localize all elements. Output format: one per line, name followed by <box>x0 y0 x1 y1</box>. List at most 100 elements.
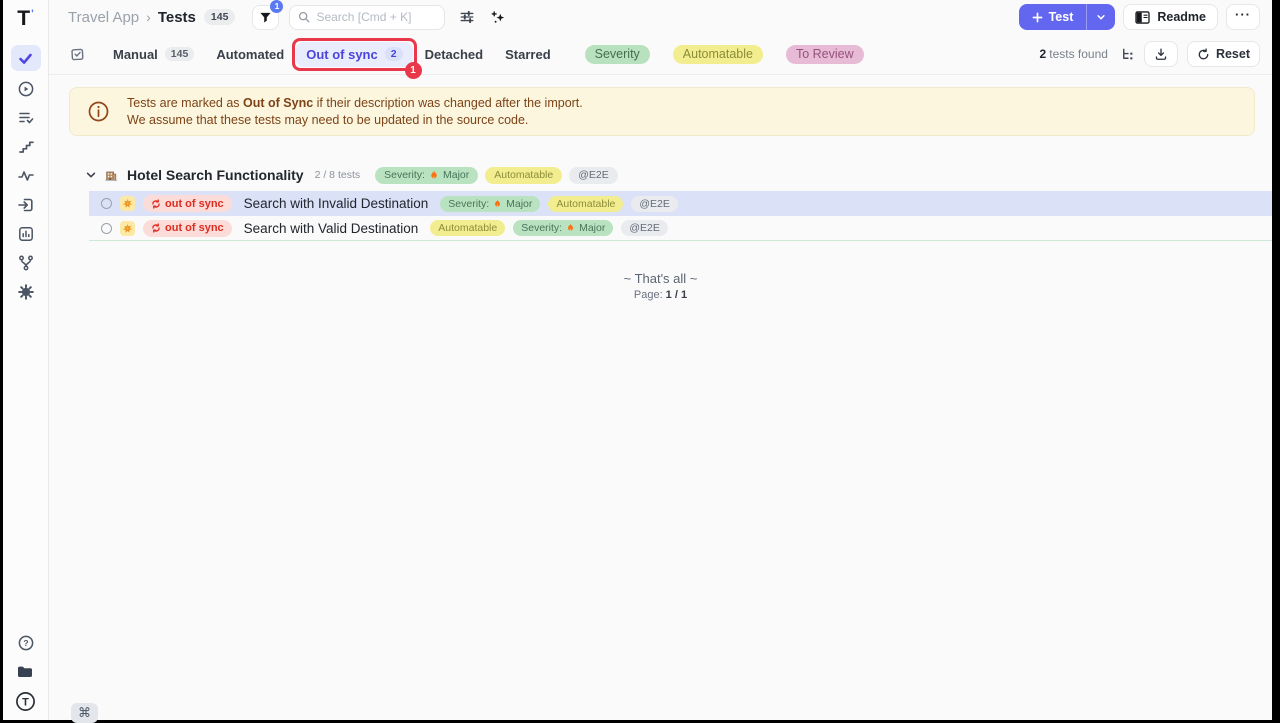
chevron-down-icon <box>1096 12 1106 22</box>
tab-starred[interactable]: Starred <box>495 42 561 67</box>
export-button[interactable] <box>1144 41 1178 67</box>
sidebar: T ' <box>3 0 49 720</box>
search-input[interactable] <box>316 10 436 24</box>
test-row[interactable]: out of sync Search with Invalid Destinat… <box>89 191 1272 216</box>
test-severity-badge: Severity: Major <box>513 220 613 236</box>
banner-line-2: We assume that these tests may need to b… <box>127 112 583 129</box>
ellipsis-icon: ··· <box>1235 7 1251 22</box>
new-test-split-button: Test <box>1019 4 1116 30</box>
sidebar-item-pulse[interactable] <box>11 165 41 187</box>
suite-test-count: 2 / 8 tests <box>315 169 361 181</box>
annotation-step-badge: 1 <box>405 62 422 79</box>
sidebar-item-projects[interactable] <box>16 663 35 680</box>
more-options-button[interactable]: ··· <box>1226 4 1260 30</box>
test-suite: Hotel Search Functionality 2 / 8 tests S… <box>49 164 1272 301</box>
download-icon <box>1154 47 1168 61</box>
search-box <box>289 5 445 30</box>
chart-box-icon <box>17 225 35 243</box>
sidebar-item-tests[interactable] <box>11 45 41 71</box>
top-actions: Test Readme ··· <box>1019 4 1260 30</box>
display-settings-icon[interactable] <box>459 9 475 25</box>
sidebar-item-plans[interactable] <box>11 107 41 129</box>
play-circle-icon <box>17 80 35 98</box>
stairs-icon <box>17 138 35 156</box>
activity-icon <box>17 167 35 185</box>
filter-count-badge: 1 <box>270 0 283 13</box>
sync-icon <box>151 199 161 209</box>
app-logo[interactable]: T ' <box>17 7 33 33</box>
hotel-icon <box>104 168 118 182</box>
tab-out-of-sync[interactable]: Out of sync 2 1 <box>296 42 412 67</box>
filter-bar: Manual 145 Automated Out of sync 2 1 Det… <box>49 34 1272 75</box>
test-severity-badge: Severity: Major <box>440 196 540 212</box>
readme-button[interactable]: Readme <box>1123 4 1218 30</box>
sidebar-item-settings[interactable] <box>11 281 41 303</box>
search-icon <box>298 11 310 23</box>
test-title[interactable]: Search with Valid Destination <box>244 221 419 236</box>
bulk-edit-icon[interactable] <box>69 46 86 63</box>
tests-count-badge: 145 <box>204 9 236 25</box>
test-rows: out of sync Search with Invalid Destinat… <box>49 191 1272 241</box>
flame-icon <box>429 170 439 181</box>
filter-bar-right: 2tests found Reset <box>1040 41 1260 67</box>
burst-icon <box>120 196 135 211</box>
sidebar-item-analytics[interactable] <box>11 223 41 245</box>
test-status-circle[interactable] <box>101 223 112 234</box>
tab-out-of-sync-count: 2 <box>385 47 403 61</box>
filter-pill-severity[interactable]: Severity <box>585 45 650 64</box>
breadcrumb-page: Tests <box>158 9 196 26</box>
top-bar: Travel App › Tests 145 1 <box>49 0 1272 34</box>
logo-mark: ' <box>31 8 34 20</box>
svg-text:T: T <box>22 697 29 709</box>
list-check-icon <box>17 109 35 127</box>
sidebar-item-steps[interactable] <box>11 136 41 158</box>
new-test-dropdown-button[interactable] <box>1087 4 1115 30</box>
filter-tabs: Manual 145 Automated Out of sync 2 1 Det… <box>103 42 561 67</box>
test-title[interactable]: Search with Invalid Destination <box>244 196 429 211</box>
funnel-icon <box>259 11 272 24</box>
import-icon <box>17 196 35 214</box>
results-count: 2tests found <box>1040 47 1108 61</box>
tab-manual-count: 145 <box>165 47 195 61</box>
test-row[interactable]: out of sync Search with Valid Destinatio… <box>89 216 1272 241</box>
filter-button[interactable]: 1 <box>252 5 279 30</box>
suite-severity-badge: Severity: Major <box>375 167 478 184</box>
new-test-button[interactable]: Test <box>1019 4 1088 30</box>
tab-manual[interactable]: Manual 145 <box>103 42 204 67</box>
check-icon <box>17 50 34 67</box>
sidebar-item-account[interactable]: T <box>15 691 36 712</box>
test-status-circle[interactable] <box>101 198 112 209</box>
suite-title[interactable]: Hotel Search Functionality <box>127 167 304 183</box>
svg-text:?: ? <box>23 638 28 648</box>
reset-button[interactable]: Reset <box>1187 41 1260 67</box>
book-icon <box>1135 11 1150 24</box>
flame-icon <box>493 199 502 209</box>
tree-view-icon[interactable] <box>1120 47 1135 62</box>
command-key-badge: ⌘ <box>71 703 98 723</box>
test-automatable-badge: Automatable <box>430 220 505 236</box>
sidebar-item-help[interactable]: ? <box>17 634 35 652</box>
chevron-down-icon[interactable] <box>85 169 97 181</box>
tab-detached[interactable]: Detached <box>415 42 494 67</box>
test-tag-badge: @E2E <box>621 220 668 236</box>
filter-label-pills: Severity Automatable To Review <box>585 45 864 64</box>
tab-automated[interactable]: Automated <box>206 42 294 67</box>
suite-automatable-badge: Automatable <box>485 167 562 184</box>
info-icon <box>87 100 110 123</box>
pagination: Page:1 / 1 <box>49 289 1272 301</box>
sidebar-item-branches[interactable] <box>11 252 41 274</box>
sidebar-item-import[interactable] <box>11 194 41 216</box>
filter-pill-to-review[interactable]: To Review <box>786 45 864 64</box>
suite-tag-badge: @E2E <box>569 167 618 184</box>
suite-header: Hotel Search Functionality 2 / 8 tests S… <box>49 164 1272 186</box>
banner-text: Tests are marked as Out of Sync if their… <box>127 95 583 129</box>
filter-pill-automatable[interactable]: Automatable <box>673 45 763 64</box>
branch-icon <box>17 254 35 272</box>
plus-icon <box>1032 12 1043 23</box>
ai-sparkles-icon[interactable] <box>489 9 506 26</box>
command-icon: ⌘ <box>78 705 91 721</box>
sidebar-item-runs[interactable] <box>11 78 41 100</box>
burst-icon <box>120 221 135 236</box>
breadcrumb-project[interactable]: Travel App <box>68 9 139 26</box>
sidebar-bottom: ? T <box>3 634 48 712</box>
